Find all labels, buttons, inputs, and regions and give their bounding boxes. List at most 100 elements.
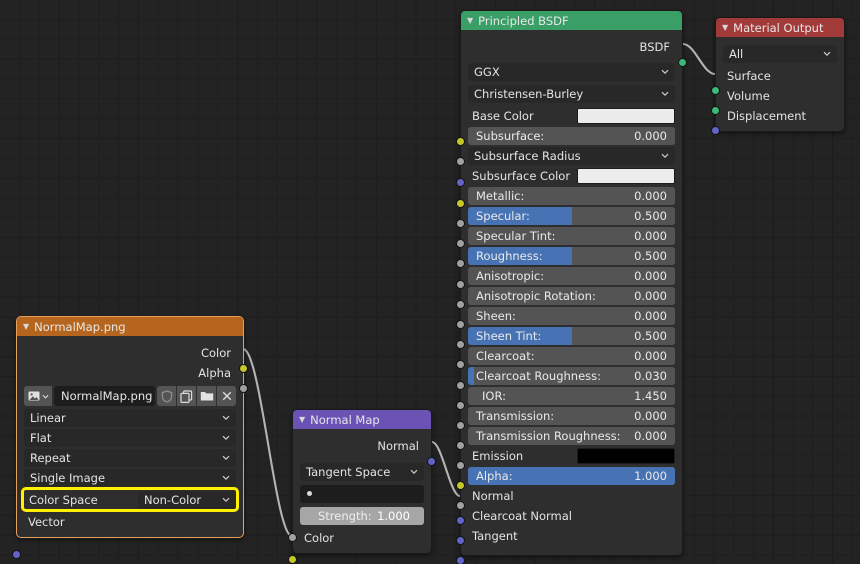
row-tangent-space[interactable]: Tangent Space xyxy=(300,462,424,481)
socket-in-metallic[interactable] xyxy=(456,219,465,228)
node-header-image-texture[interactable]: ▼ NormalMap.png xyxy=(17,317,243,336)
socket-in-normal[interactable] xyxy=(456,516,465,525)
collapse-triangle-icon[interactable]: ▼ xyxy=(467,17,473,25)
slider-strength[interactable]: Strength: 1.000 xyxy=(300,507,424,525)
socket-in-sheen[interactable] xyxy=(456,340,465,349)
image-browse-icon[interactable] xyxy=(24,386,52,406)
row-projection[interactable]: Flat xyxy=(24,428,236,447)
node-normal-map[interactable]: ▼ Normal Map Normal Tangent Space xyxy=(292,409,432,554)
node-material-output[interactable]: ▼ Material Output All Surface Volume xyxy=(715,17,845,132)
slider-clearcoat[interactable]: Clearcoat: 0.000 xyxy=(468,347,675,365)
row-specular[interactable]: Specular: 0.500 xyxy=(468,206,675,225)
socket-in-anisotropic[interactable] xyxy=(456,300,465,309)
slider-anisotropic[interactable]: Anisotropic: 0.000 xyxy=(468,267,675,285)
socket-in-surface[interactable] xyxy=(711,86,720,95)
slider-ior[interactable]: IOR: 1.450 xyxy=(468,387,675,405)
node-header-principled-bsdf[interactable]: ▼ Principled BSDF xyxy=(461,11,682,30)
row-subsurface-radius[interactable]: Subsurface Radius xyxy=(468,146,675,165)
image-datablock-row[interactable]: NormalMap.png xyxy=(24,386,236,406)
socket-in-transmission[interactable] xyxy=(456,441,465,450)
slider-sheen-tint[interactable]: Sheen Tint: 0.500 xyxy=(468,327,675,345)
socket-in-sheen-tint[interactable] xyxy=(456,360,465,369)
socket-in-vector[interactable] xyxy=(12,550,21,559)
node-editor-canvas[interactable]: ▼ NormalMap.png Color Alpha xyxy=(0,0,860,564)
socket-in-subsurface[interactable] xyxy=(456,157,465,166)
row-subsurface[interactable]: Subsurface: 0.000 xyxy=(468,126,675,145)
collapse-triangle-icon[interactable]: ▼ xyxy=(722,24,728,32)
dropdown-extension[interactable]: Repeat xyxy=(24,449,236,467)
socket-out-bsdf[interactable] xyxy=(678,58,687,67)
socket-in-volume[interactable] xyxy=(711,106,720,115)
socket-in-strength[interactable] xyxy=(288,533,297,542)
unlink-close-icon[interactable] xyxy=(217,386,236,406)
socket-in-anisotropic-rotation[interactable] xyxy=(456,320,465,329)
slider-transmission-roughness[interactable]: Transmission Roughness: 0.000 xyxy=(468,427,675,445)
node-header-normal-map[interactable]: ▼ Normal Map xyxy=(293,410,431,429)
row-extension[interactable]: Repeat xyxy=(24,448,236,467)
slider-specular[interactable]: Specular: 0.500 xyxy=(468,207,675,225)
node-image-texture[interactable]: ▼ NormalMap.png Color Alpha xyxy=(16,316,244,538)
row-transmission-roughness[interactable]: Transmission Roughness: 0.000 xyxy=(468,426,675,445)
row-clearcoat[interactable]: Clearcoat: 0.000 xyxy=(468,346,675,365)
dropdown-interpolation[interactable]: Linear xyxy=(24,409,236,427)
row-anisotropic-rotation[interactable]: Anisotropic Rotation: 0.000 xyxy=(468,286,675,305)
socket-out-normal[interactable] xyxy=(427,457,436,466)
node-header-material-output[interactable]: ▼ Material Output xyxy=(716,18,844,37)
socket-in-clearcoat-roughness[interactable] xyxy=(456,401,465,410)
uv-map-field[interactable] xyxy=(300,485,424,503)
row-subsurface-color[interactable]: Subsurface Color xyxy=(468,166,675,185)
row-emission[interactable]: Emission xyxy=(468,446,675,465)
row-sheen-tint[interactable]: Sheen Tint: 0.500 xyxy=(468,326,675,345)
shield-fake-user-icon[interactable] xyxy=(157,386,176,406)
dropdown-space[interactable]: Tangent Space xyxy=(300,463,424,481)
row-ior[interactable]: IOR: 1.450 xyxy=(468,386,675,405)
row-color-space[interactable]: Color Space Non-Color xyxy=(24,490,236,509)
slider-alpha[interactable]: Alpha: 1.000 xyxy=(468,467,675,485)
row-source[interactable]: Single Image xyxy=(24,468,236,487)
row-anisotropic[interactable]: Anisotropic: 0.000 xyxy=(468,266,675,285)
row-target[interactable]: All xyxy=(723,44,837,63)
row-subsurface-method[interactable]: Christensen-Burley xyxy=(468,84,675,103)
row-distribution[interactable]: GGX xyxy=(468,62,675,81)
socket-in-alpha[interactable] xyxy=(456,501,465,510)
dropdown-target[interactable]: All xyxy=(723,45,837,63)
row-specular-tint[interactable]: Specular Tint: 0.000 xyxy=(468,226,675,245)
row-uv-map[interactable] xyxy=(300,484,424,503)
row-metallic[interactable]: Metallic: 0.000 xyxy=(468,186,675,205)
socket-in-emission[interactable] xyxy=(456,481,465,490)
socket-in-subsurface-radius[interactable] xyxy=(456,178,465,187)
slider-anisotropic-rotation[interactable]: Anisotropic Rotation: 0.000 xyxy=(468,287,675,305)
collapse-triangle-icon[interactable]: ▼ xyxy=(299,416,305,424)
dropdown-subsurface-radius[interactable]: Subsurface Radius xyxy=(468,147,675,165)
image-name-field[interactable]: NormalMap.png xyxy=(54,386,155,406)
row-interpolation[interactable]: Linear xyxy=(24,408,236,427)
dropdown-source[interactable]: Single Image xyxy=(24,469,236,487)
swatch-subsurface-color[interactable] xyxy=(577,168,675,184)
row-base-color[interactable]: Base Color xyxy=(468,106,675,125)
dropdown-color-space[interactable]: Non-Color xyxy=(138,491,236,509)
slider-metallic[interactable]: Metallic: 0.000 xyxy=(468,187,675,205)
row-strength[interactable]: Strength: 1.000 xyxy=(300,506,424,525)
row-alpha[interactable]: Alpha: 1.000 xyxy=(468,466,675,485)
socket-in-subsurface-color[interactable] xyxy=(456,199,465,208)
dropdown-projection[interactable]: Flat xyxy=(24,429,236,447)
socket-out-color[interactable] xyxy=(239,364,248,373)
row-clearcoat-roughness[interactable]: Clearcoat Roughness: 0.030 xyxy=(468,366,675,385)
node-principled-bsdf[interactable]: ▼ Principled BSDF BSDF GGX Christensen-B… xyxy=(460,10,683,556)
swatch-base-color[interactable] xyxy=(577,108,675,124)
slider-subsurface[interactable]: Subsurface: 0.000 xyxy=(468,127,675,145)
collapse-triangle-icon[interactable]: ▼ xyxy=(23,323,29,331)
socket-in-ior[interactable] xyxy=(456,421,465,430)
socket-in-base-color[interactable] xyxy=(456,137,465,146)
socket-in-clearcoat[interactable] xyxy=(456,381,465,390)
copy-new-image-icon[interactable] xyxy=(177,386,196,406)
socket-in-color[interactable] xyxy=(288,555,297,564)
row-roughness[interactable]: Roughness: 0.500 xyxy=(468,246,675,265)
socket-in-roughness[interactable] xyxy=(456,280,465,289)
slider-transmission[interactable]: Transmission: 0.000 xyxy=(468,407,675,425)
swatch-emission[interactable] xyxy=(577,448,675,464)
socket-in-specular-tint[interactable] xyxy=(456,259,465,268)
slider-sheen[interactable]: Sheen: 0.000 xyxy=(468,307,675,325)
socket-out-alpha[interactable] xyxy=(239,384,248,393)
dropdown-distribution[interactable]: GGX xyxy=(468,63,675,81)
